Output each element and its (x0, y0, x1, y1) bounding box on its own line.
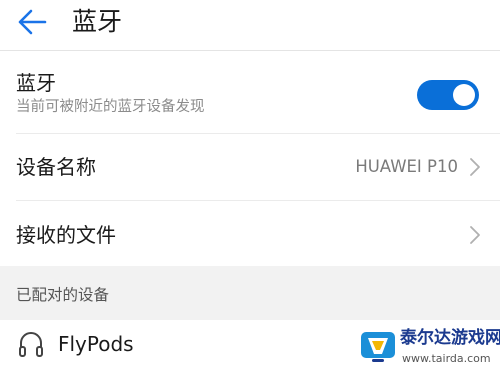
device-name-label: 设备名称 (16, 155, 96, 179)
device-name-row[interactable]: 设备名称 HUAWEI P10 (0, 134, 500, 200)
device-name-value: HUAWEI P10 (355, 157, 458, 176)
received-files-label: 接收的文件 (16, 223, 116, 247)
bluetooth-label: 蓝牙 (16, 71, 56, 95)
chevron-right-icon (470, 226, 480, 244)
page-title: 蓝牙 (72, 7, 123, 36)
arrow-left-icon (18, 9, 47, 35)
bluetooth-subtitle: 当前可被附近的蓝牙设备发现 (16, 99, 205, 115)
tv-logo-icon (361, 332, 395, 362)
watermark-title: 泰尔达游戏网 (400, 328, 500, 348)
watermark-url: www.tairda.com (402, 352, 491, 365)
site-watermark: 泰尔达游戏网 www.tairda.com (358, 324, 500, 372)
back-button[interactable] (14, 4, 50, 40)
paired-devices-header: 已配对的设备 (0, 266, 500, 320)
chevron-right-icon (470, 158, 480, 176)
app-header: 蓝牙 (0, 0, 500, 50)
received-files-row[interactable]: 接收的文件 (0, 201, 500, 266)
toggle-knob (453, 84, 475, 106)
bluetooth-toggle[interactable] (417, 80, 479, 110)
device-name: FlyPods (58, 332, 134, 356)
headset-icon (19, 332, 43, 357)
paired-devices-label: 已配对的设备 (16, 286, 110, 304)
